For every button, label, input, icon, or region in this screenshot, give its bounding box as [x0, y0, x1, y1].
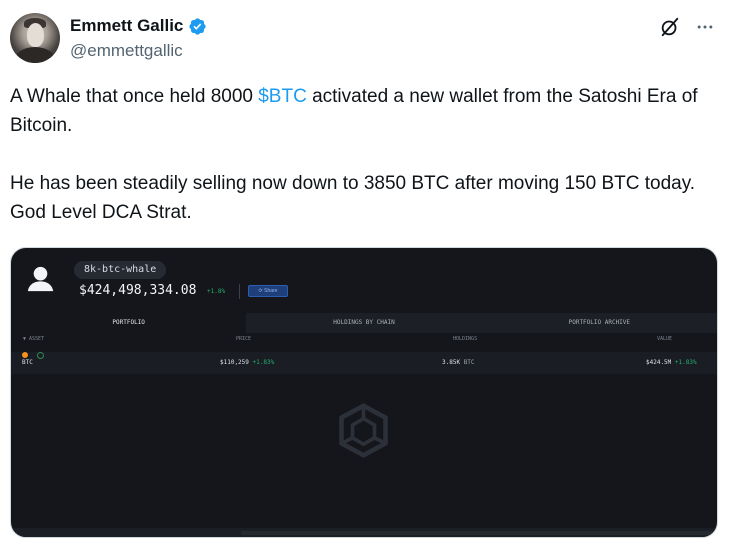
author-avatar[interactable] — [10, 13, 60, 63]
col-price: PRICE — [236, 336, 252, 342]
table-header: ▼ ASSET PRICE HOLDINGS VALUE — [11, 336, 717, 348]
tweet-text: A Whale that once held 8000 $BTC activat… — [10, 82, 710, 256]
avatar-face — [27, 23, 44, 47]
value-cell: $424.5M +1.83% — [646, 352, 697, 374]
arkham-logo-watermark-icon — [339, 403, 388, 458]
grok-icon[interactable] — [659, 16, 681, 38]
share-label: Share — [264, 288, 278, 294]
value-amount: $424.5M — [646, 359, 672, 366]
price-value: $110,259 — [220, 359, 249, 366]
btc-icon — [22, 352, 28, 358]
verified-badge-icon[interactable] — [188, 17, 207, 36]
col-asset: ▼ ASSET — [23, 336, 45, 342]
price-change: +1.83% — [252, 359, 275, 366]
author-name-row: Emmett Gallic — [70, 14, 207, 38]
holdings-value: 3.85K — [442, 359, 461, 366]
asset-cell: BTC — [22, 352, 44, 374]
portfolio-tabs: PORTFOLIO HOLDINGS BY CHAIN PORTFOLIO AR… — [11, 313, 717, 333]
tweet-media-image[interactable]: 8k-btc-whale $424,498,334.08 +1.8% ⟳ Sha… — [10, 247, 718, 538]
tweet-paragraph-1: A Whale that once held 8000 $BTC activat… — [10, 82, 710, 140]
holdings-unit: BTC — [463, 359, 475, 366]
entity-avatar-icon — [23, 261, 58, 296]
tweet-paragraph-2: He has been steadily selling now down to… — [10, 173, 696, 223]
author-display-name[interactable]: Emmett Gallic — [70, 16, 183, 36]
entity-name-chip: 8k-btc-whale — [74, 261, 167, 279]
author-handle[interactable]: @emmettgallic — [70, 41, 183, 61]
table-row: BTC $110,259 +1.83% 3.85K BTC $424.5M +1… — [11, 352, 717, 374]
entity-total-value: $424,498,334.08 — [79, 283, 197, 298]
price-cell: $110,259 +1.83% — [220, 352, 274, 374]
col-value: VALUE — [657, 336, 673, 342]
share-button: ⟳ Share — [248, 285, 288, 297]
btc-cashtag-link[interactable]: $BTC — [258, 86, 307, 107]
entity-divider — [239, 284, 240, 299]
media-scrollbar — [241, 531, 717, 535]
col-asset-label: ASSET — [29, 336, 45, 342]
value-change: +1.83% — [674, 359, 697, 366]
asset-name: BTC — [22, 359, 33, 366]
tweet-p1-prefix: A Whale that once held 8000 — [10, 86, 259, 107]
tab-holdings-by-chain: HOLDINGS BY CHAIN — [333, 319, 395, 326]
avatar-body — [16, 47, 54, 63]
tab-portfolio: PORTFOLIO — [11, 313, 247, 333]
asset-verified-icon — [36, 352, 44, 359]
holdings-cell: 3.85K BTC — [442, 352, 475, 374]
entity-change: +1.8% — [207, 288, 226, 295]
more-options-icon[interactable] — [695, 17, 715, 37]
tab-portfolio-archive: PORTFOLIO ARCHIVE — [568, 319, 631, 326]
tweet-top-actions — [659, 16, 715, 38]
col-holdings: HOLDINGS — [453, 336, 478, 342]
